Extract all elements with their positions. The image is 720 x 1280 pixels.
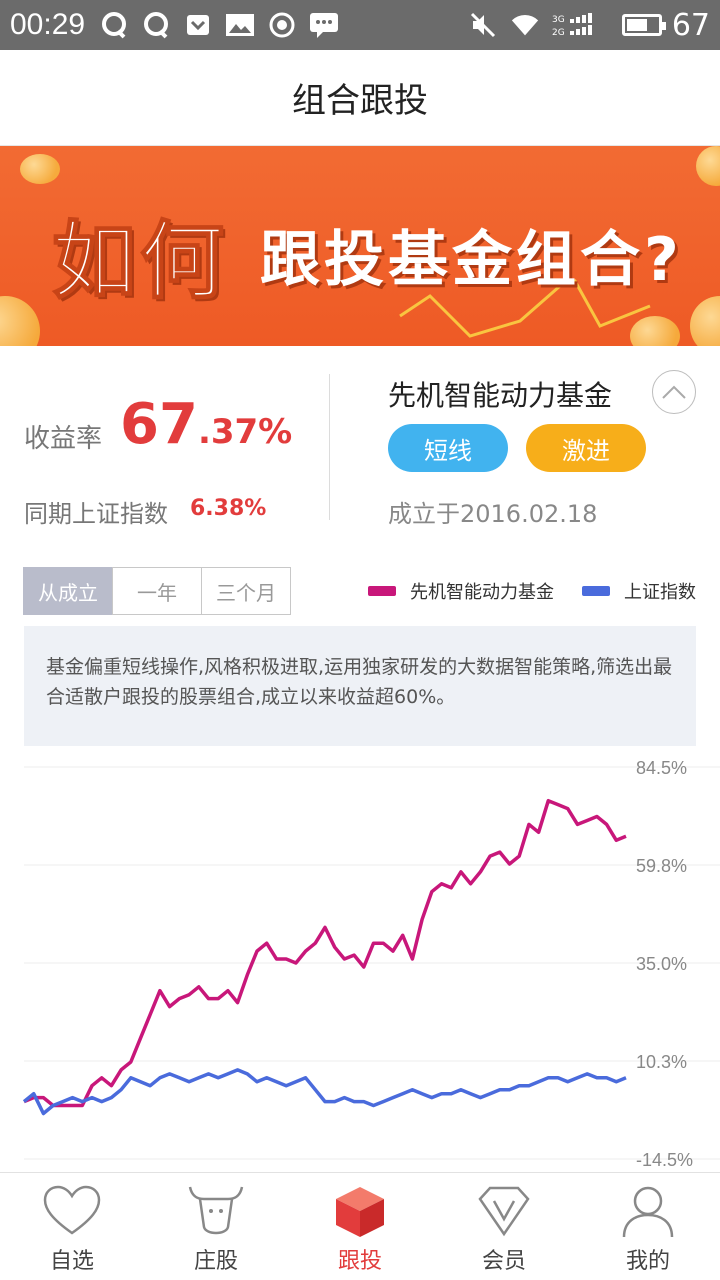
fund-name: 先机智能动力基金 bbox=[388, 379, 613, 412]
battery-level: 67 bbox=[671, 7, 710, 43]
legend-index: 上证指数 bbox=[582, 578, 696, 604]
svg-text:3G: 3G bbox=[552, 15, 565, 25]
yield-value-int: 67 bbox=[120, 392, 198, 457]
status-time: 00:29 bbox=[10, 8, 86, 41]
nav-label: 庄股 bbox=[193, 1249, 238, 1274]
legend-fund-swatch bbox=[368, 586, 396, 596]
tab-one-year[interactable]: 一年 bbox=[112, 567, 202, 615]
bottom-nav: 自选 庄股 跟投 会员 我的 bbox=[0, 1172, 720, 1280]
nav-item-banker-stocks[interactable]: 庄股 bbox=[144, 1173, 288, 1280]
founded-date: 成立于2016.02.18 bbox=[388, 500, 598, 528]
record-icon bbox=[267, 10, 297, 40]
fund-summary: 收益率 67.37% 同期上证指数 6.38% 先机智能动力基金 短线 激进 成… bbox=[0, 346, 720, 546]
nav-item-watchlist[interactable]: 自选 bbox=[0, 1173, 144, 1280]
page-title: 组合跟投 bbox=[292, 81, 428, 121]
promo-banner[interactable]: 如何 跟投基金组合? bbox=[0, 146, 720, 346]
y-tick-label: 59.8% bbox=[636, 856, 687, 876]
banner-headline-sub: 跟投基金组合? bbox=[260, 225, 683, 295]
legend-fund: 先机智能动力基金 bbox=[368, 578, 554, 604]
nav-label: 我的 bbox=[625, 1249, 670, 1274]
tag-aggressive[interactable]: 激进 bbox=[526, 424, 646, 472]
bull-icon bbox=[186, 1181, 246, 1241]
signal-icon: 3G 2G bbox=[552, 10, 600, 40]
user-icon bbox=[618, 1181, 678, 1241]
pocket-icon bbox=[183, 10, 213, 40]
wifi-icon bbox=[510, 10, 540, 40]
yield-panel: 收益率 67.37% 同期上证指数 6.38% bbox=[24, 346, 324, 546]
page-title-bar: 组合跟投 bbox=[0, 50, 720, 146]
banner-headline: 如何 跟投基金组合? bbox=[40, 194, 683, 315]
tab-three-months[interactable]: 三个月 bbox=[201, 567, 291, 615]
yield-value-dec: .37% bbox=[197, 412, 293, 452]
legend-index-label: 上证指数 bbox=[624, 582, 696, 603]
svg-text:2G: 2G bbox=[552, 28, 565, 38]
range-tabs: 从成立 一年 三个月 bbox=[23, 567, 291, 615]
nav-item-follow-invest[interactable]: 跟投 bbox=[288, 1173, 432, 1280]
message-icon bbox=[309, 10, 339, 40]
yield-label: 收益率 bbox=[24, 424, 103, 454]
nav-item-profile[interactable]: 我的 bbox=[576, 1173, 720, 1280]
collapse-button[interactable] bbox=[652, 370, 696, 414]
legend-fund-label: 先机智能动力基金 bbox=[410, 582, 554, 603]
performance-chart: 84.5% 59.8% 35.0% 10.3% -14.5% bbox=[0, 752, 720, 1172]
legend-index-swatch bbox=[582, 586, 610, 596]
nav-label: 跟投 bbox=[337, 1249, 382, 1274]
vip-diamond-icon bbox=[474, 1181, 534, 1241]
fund-series-line bbox=[23, 798, 627, 1108]
fund-info-panel: 先机智能动力基金 短线 激进 成立于2016.02.18 bbox=[388, 346, 708, 546]
y-tick-label: 10.3% bbox=[636, 1052, 687, 1072]
index-value: 6.38% bbox=[190, 496, 267, 521]
chevron-up-icon bbox=[662, 385, 686, 399]
tag-short-term[interactable]: 短线 bbox=[388, 424, 508, 472]
index-series-line bbox=[22, 1068, 627, 1116]
mute-icon bbox=[468, 10, 498, 40]
banner-headline-big: 如何 bbox=[51, 211, 229, 311]
divider bbox=[329, 374, 330, 520]
battery-icon bbox=[621, 14, 666, 36]
performance-chart-svg: 84.5% 59.8% 35.0% 10.3% -14.5% bbox=[22, 758, 720, 1170]
y-tick-label: 35.0% bbox=[636, 954, 687, 974]
qq-icon bbox=[141, 10, 171, 40]
nav-label: 自选 bbox=[49, 1249, 94, 1274]
tab-since-inception[interactable]: 从成立 bbox=[23, 567, 113, 615]
nav-label: 会员 bbox=[481, 1249, 526, 1274]
nav-item-membership[interactable]: 会员 bbox=[432, 1173, 576, 1280]
cube-icon bbox=[330, 1181, 390, 1241]
fund-description: 基金偏重短线操作,风格积极进取,运用独家研发的大数据智能策略,筛选出最合适散户跟… bbox=[24, 626, 696, 746]
heart-icon bbox=[42, 1181, 102, 1241]
image-icon bbox=[225, 10, 255, 40]
y-tick-label: -14.5% bbox=[636, 1150, 693, 1170]
y-tick-label: 84.5% bbox=[636, 758, 687, 778]
status-bar: 00:29 3G 2G 67 bbox=[0, 0, 720, 50]
qq-icon bbox=[99, 10, 129, 40]
index-label: 同期上证指数 bbox=[24, 500, 168, 528]
yield-value: 67.37% bbox=[120, 392, 292, 457]
